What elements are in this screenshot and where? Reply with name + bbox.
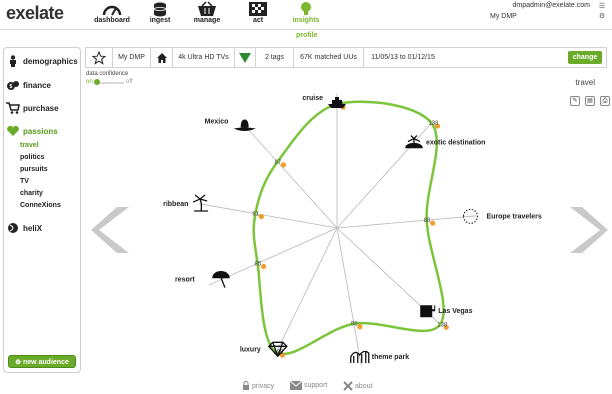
footer-privacy[interactable]: privacy	[242, 381, 274, 391]
axis-label: theme park	[372, 354, 409, 361]
data-point[interactable]	[430, 220, 436, 226]
footer-privacy-label: privacy	[252, 382, 275, 390]
data-point[interactable]	[280, 162, 287, 168]
x-icon	[343, 381, 353, 391]
envelope-icon	[290, 381, 302, 390]
axis-label: exotic destination	[426, 140, 486, 147]
value-label: 87	[274, 160, 281, 166]
island-icon	[405, 135, 423, 149]
slot-machine-icon	[420, 305, 436, 318]
data-point[interactable]	[258, 214, 264, 220]
palm-icon	[192, 194, 209, 212]
value-label: 88	[424, 218, 431, 224]
axis-label: Mexico	[205, 118, 229, 125]
footer-about-label: about	[355, 382, 373, 390]
axis-label: resort	[175, 277, 196, 284]
value-label: 85	[255, 261, 262, 267]
sombrero-icon	[233, 119, 256, 131]
value-label: 138	[437, 322, 448, 328]
lock-icon	[243, 381, 249, 390]
radar-spoke	[336, 215, 477, 229]
radar-spoke	[336, 227, 362, 366]
data-point[interactable]	[357, 324, 363, 330]
axis-label: Las Vegas	[438, 308, 472, 315]
axis-label: Europe travelers	[486, 213, 541, 220]
value-label: 81	[252, 212, 259, 218]
radar-spoke	[199, 203, 338, 229]
axis-label: cruise	[302, 95, 323, 102]
footer-support[interactable]: support	[290, 381, 327, 390]
radar-chart: 1211388813895135858187 cruiseexotic dest…	[163, 93, 542, 366]
footer-support-label: support	[304, 382, 328, 389]
data-point[interactable]	[260, 263, 267, 269]
footer-about[interactable]: about	[343, 381, 373, 391]
axis-label: ribbean	[163, 201, 188, 208]
value-label: 95	[351, 322, 358, 328]
value-label: 138	[428, 121, 439, 127]
axis-label: luxury	[240, 346, 261, 353]
